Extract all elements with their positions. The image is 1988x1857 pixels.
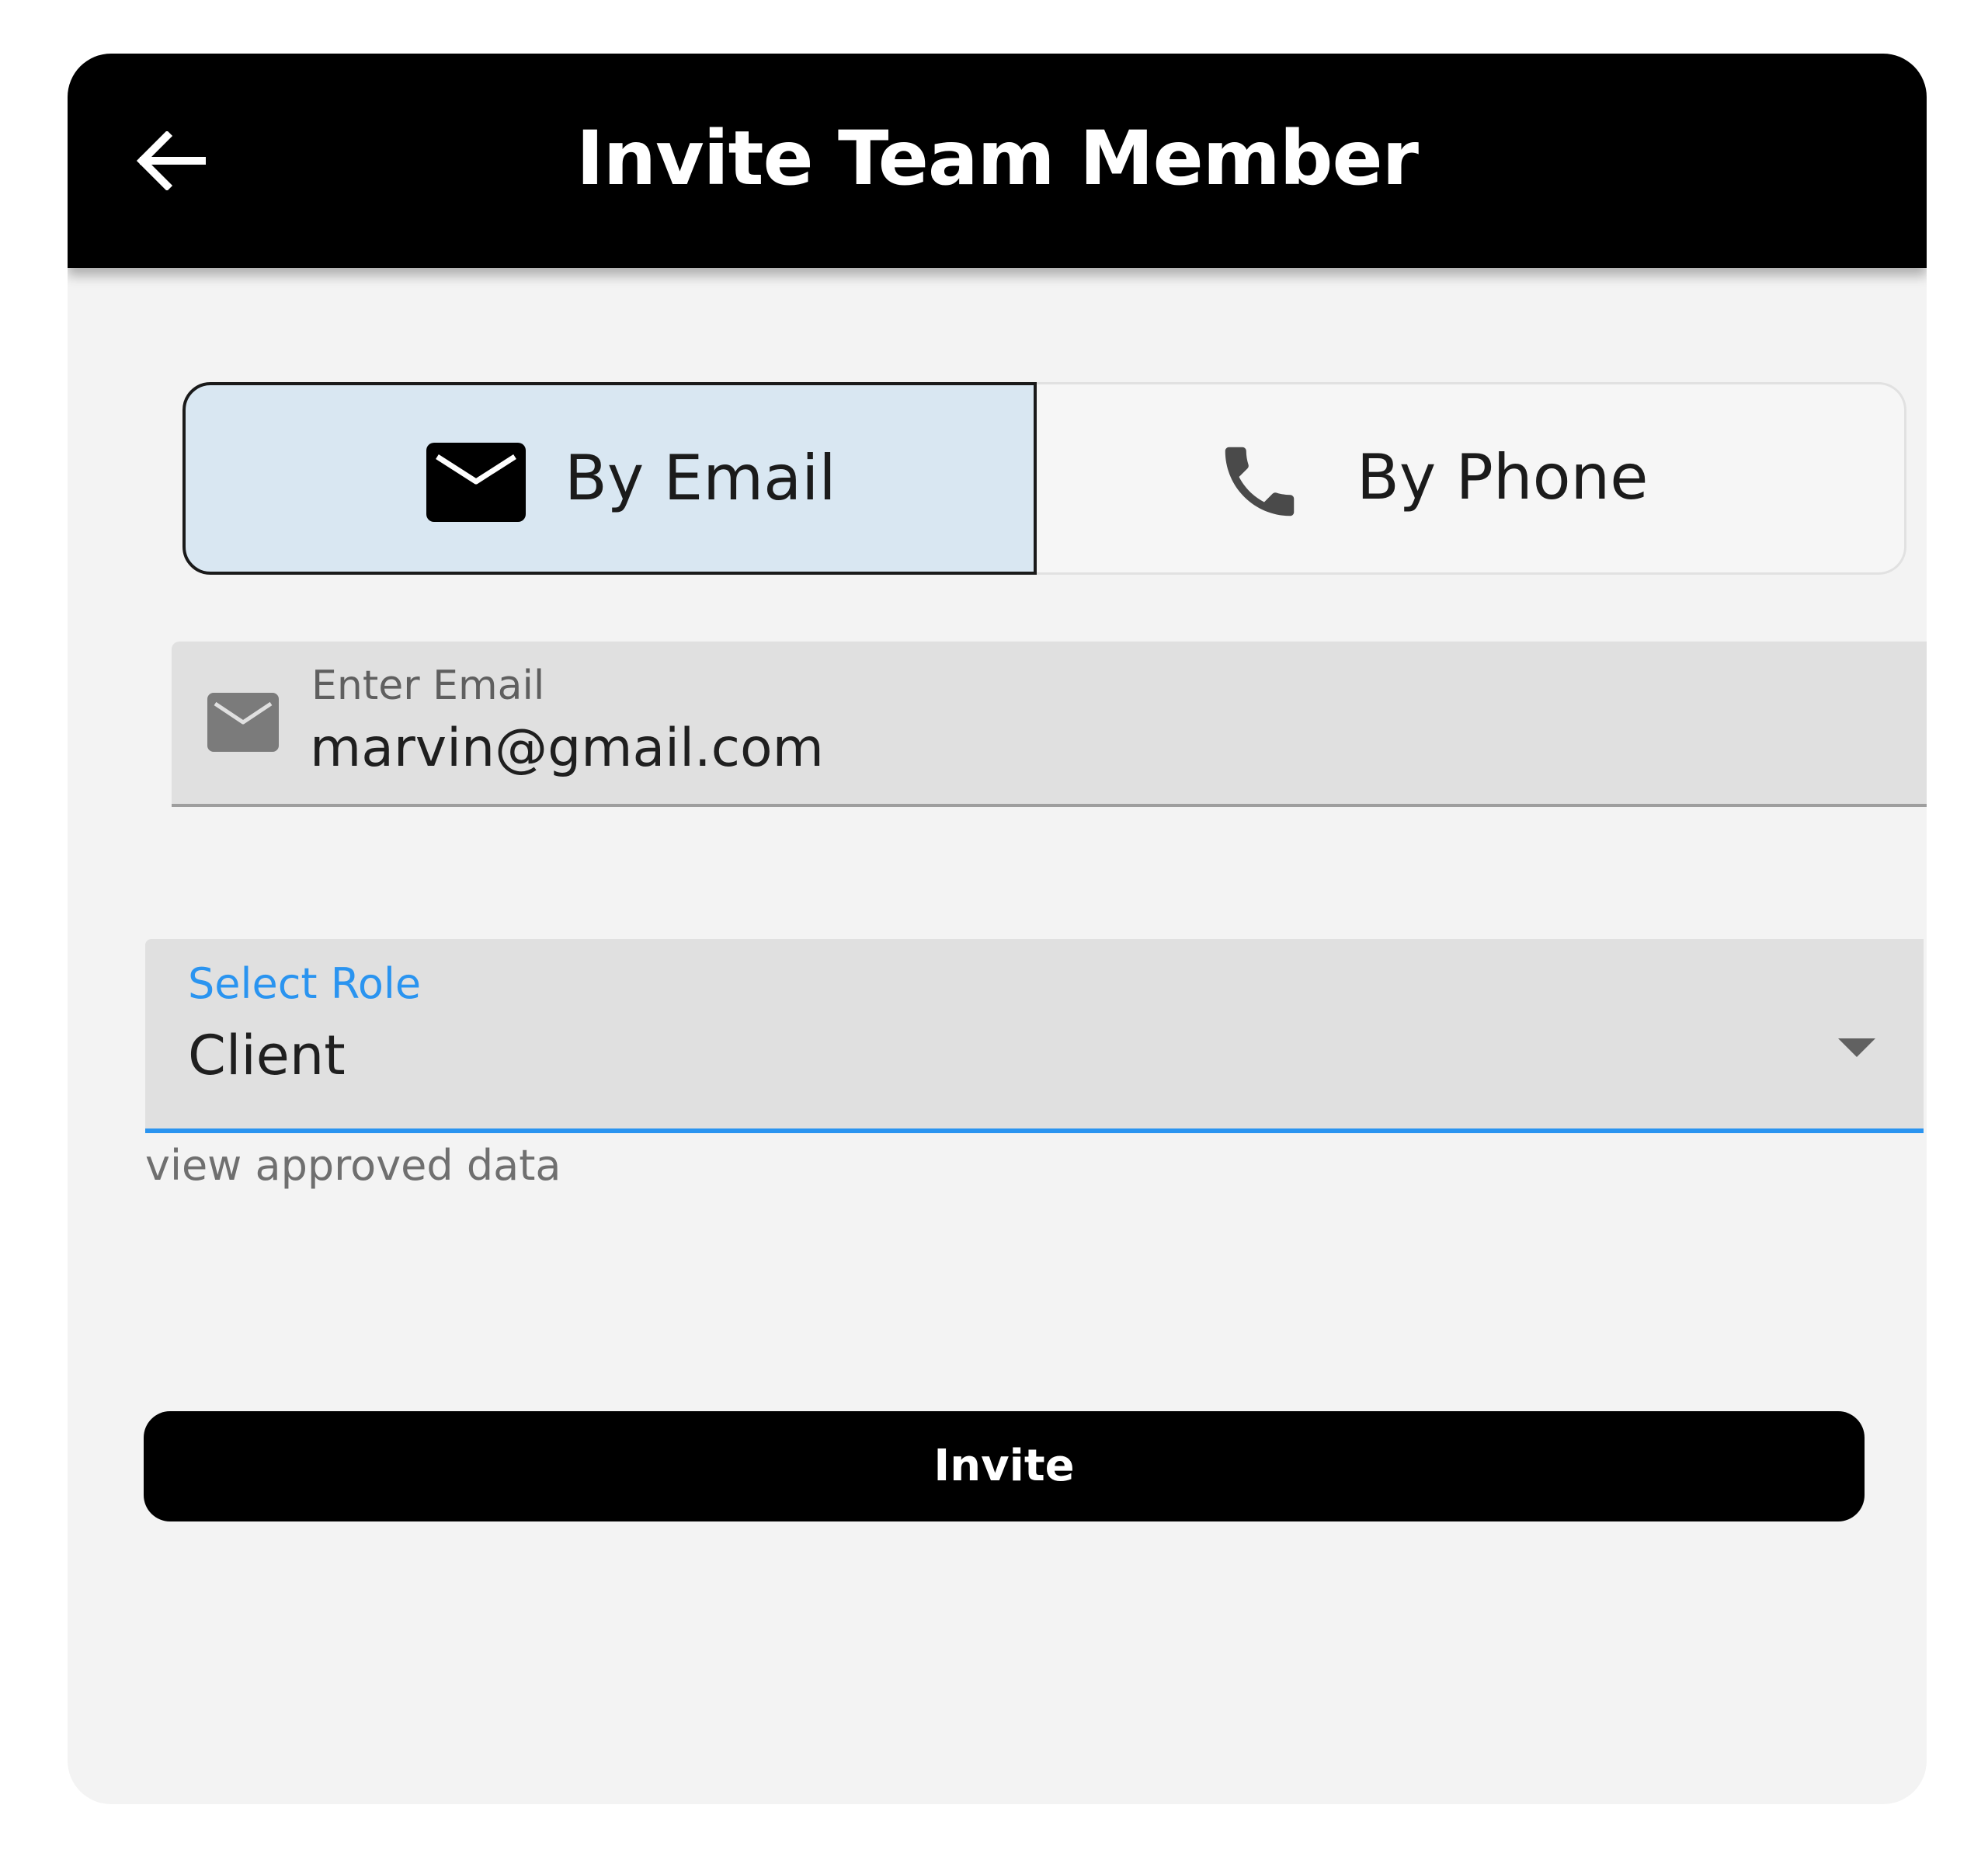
by-phone-label: By Phone [1357, 441, 1649, 513]
by-phone-option[interactable]: By Phone [1037, 382, 1906, 575]
role-select-label: Select Role [188, 959, 422, 1008]
invite-button[interactable]: Invite [144, 1411, 1865, 1521]
email-field-label: Enter Email [311, 662, 545, 709]
by-email-label: By Email [565, 442, 836, 514]
dropdown-arrow-icon[interactable] [1838, 1038, 1875, 1057]
invite-method-toggle: By Email By Phone [182, 382, 1906, 575]
email-input[interactable] [310, 713, 1785, 783]
page-title: Invite Team Member [576, 115, 1419, 202]
invite-screen: Invite Team Member By Email By Phone Ent… [68, 54, 1927, 1804]
role-select-value: Client [188, 1024, 346, 1087]
email-field: Enter Email [172, 642, 1927, 807]
role-helper-text: view approved data [145, 1141, 561, 1190]
mail-icon [207, 693, 279, 752]
by-email-option[interactable]: By Email [182, 382, 1037, 575]
app-bar: Invite Team Member [68, 54, 1927, 268]
phone-icon [1225, 447, 1295, 516]
role-select[interactable]: Select Role Client [145, 939, 1924, 1133]
mail-icon [426, 443, 526, 522]
